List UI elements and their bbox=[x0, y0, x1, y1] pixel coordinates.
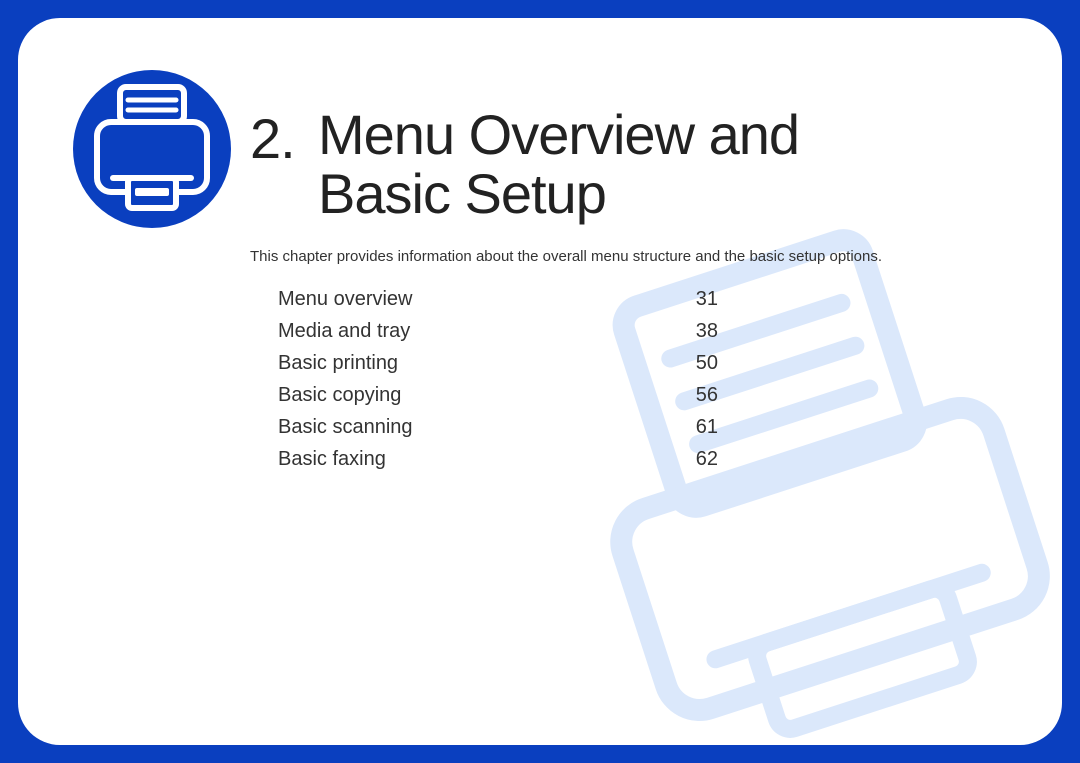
toc-label: Menu overview bbox=[278, 288, 413, 311]
toc-page: 50 bbox=[688, 352, 718, 375]
chapter-number: 2. bbox=[250, 106, 295, 171]
toc-page: 38 bbox=[688, 320, 718, 343]
chapter-title-line2: Basic Setup bbox=[318, 162, 606, 225]
toc-label: Basic faxing bbox=[278, 448, 386, 471]
toc-label: Basic printing bbox=[278, 352, 398, 375]
toc-row[interactable]: Basic copying 56 bbox=[278, 384, 718, 407]
toc-label: Basic scanning bbox=[278, 416, 413, 439]
toc-row[interactable]: Basic faxing 62 bbox=[278, 448, 718, 471]
chapter-title: Menu Overview and Basic Setup bbox=[318, 106, 799, 224]
toc-label: Basic copying bbox=[278, 384, 401, 407]
printer-icon bbox=[73, 70, 231, 228]
toc-row[interactable]: Menu overview 31 bbox=[278, 288, 718, 311]
toc-row[interactable]: Basic printing 50 bbox=[278, 352, 718, 375]
page-frame: 2. Menu Overview and Basic Setup This ch… bbox=[0, 0, 1080, 763]
chapter-description: This chapter provides information about … bbox=[250, 248, 882, 265]
page-content: 2. Menu Overview and Basic Setup This ch… bbox=[18, 18, 1062, 745]
toc-page: 56 bbox=[688, 384, 718, 407]
toc-row[interactable]: Media and tray 38 bbox=[278, 320, 718, 343]
toc-label: Media and tray bbox=[278, 320, 410, 343]
toc-list: Menu overview 31 Media and tray 38 Basic… bbox=[278, 288, 718, 480]
toc-page: 31 bbox=[688, 288, 718, 311]
toc-row[interactable]: Basic scanning 61 bbox=[278, 416, 718, 439]
toc-page: 62 bbox=[688, 448, 718, 471]
toc-page: 61 bbox=[688, 416, 718, 439]
chapter-title-line1: Menu Overview and bbox=[318, 103, 799, 166]
